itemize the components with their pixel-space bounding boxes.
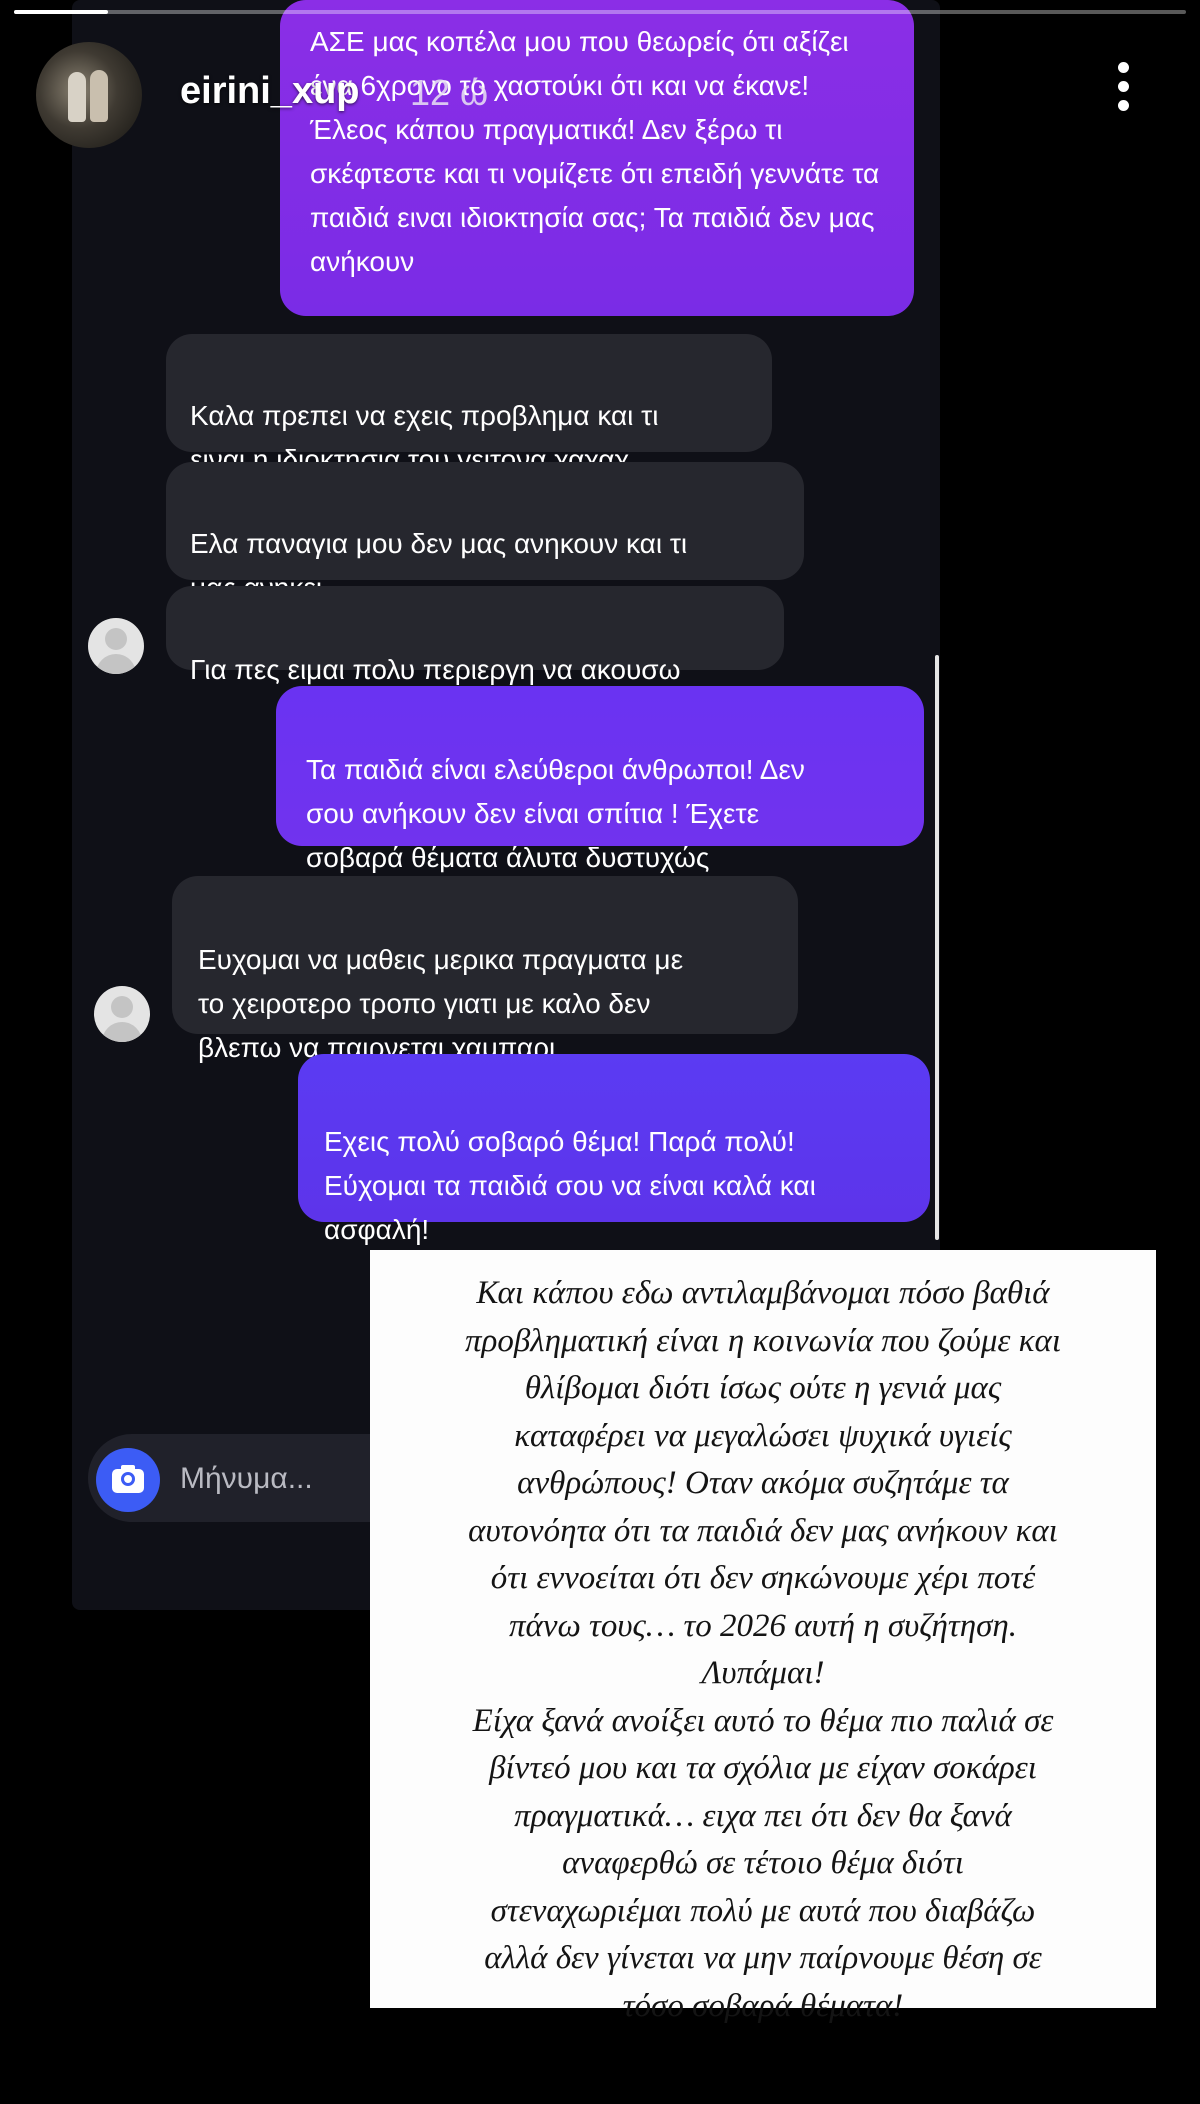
story-progress-fill <box>14 10 108 14</box>
camera-button[interactable] <box>96 1448 160 1512</box>
story-caption-card: Και κάπου εδω αντιλαμβάνομαι πόσο βαθιά … <box>370 1250 1156 2024</box>
avatar[interactable] <box>36 42 142 148</box>
camera-icon <box>121 1472 135 1486</box>
message-received-4: Ευχομαι να μαθεις μερικα πραγματα με το … <box>172 876 798 1063</box>
message-received-1: Καλα πρεπει να εχεις προβλημα και τι ειν… <box>166 334 772 475</box>
message-text: Για πες ειμαι πολυ περιεργη να ακουσω <box>190 654 681 685</box>
story-timestamp: 12 ώ <box>410 72 489 113</box>
more-options-icon[interactable] <box>1108 62 1138 122</box>
story-header: eirini_xup 12 ώ <box>0 0 1200 148</box>
contact-avatar[interactable] <box>88 618 144 674</box>
contact-avatar[interactable] <box>94 986 150 1042</box>
message-sent-2: Τα παιδιά είναι ελεύθεροι άνθρωποι! Δεν … <box>276 686 924 873</box>
message-received-2: Ελα παναγια μου δεν μας ανηκουν και τι μ… <box>166 462 804 603</box>
scrollbar[interactable] <box>935 655 939 1240</box>
story-progress-bar <box>14 10 1186 14</box>
story-caption-text: Και κάπου εδω αντιλαμβάνομαι πόσο βαθιά … <box>464 1275 1061 2024</box>
message-received-3: Για πες ειμαι πολυ περιεργη να ακουσω <box>166 586 784 685</box>
username[interactable]: eirini_xup <box>180 70 360 113</box>
message-input[interactable]: Μήνυμα... <box>180 1462 313 1496</box>
message-sent-3: Εχεις πολύ σοβαρό θέμα! Παρά πολύ! Εύχομ… <box>298 1054 930 1245</box>
